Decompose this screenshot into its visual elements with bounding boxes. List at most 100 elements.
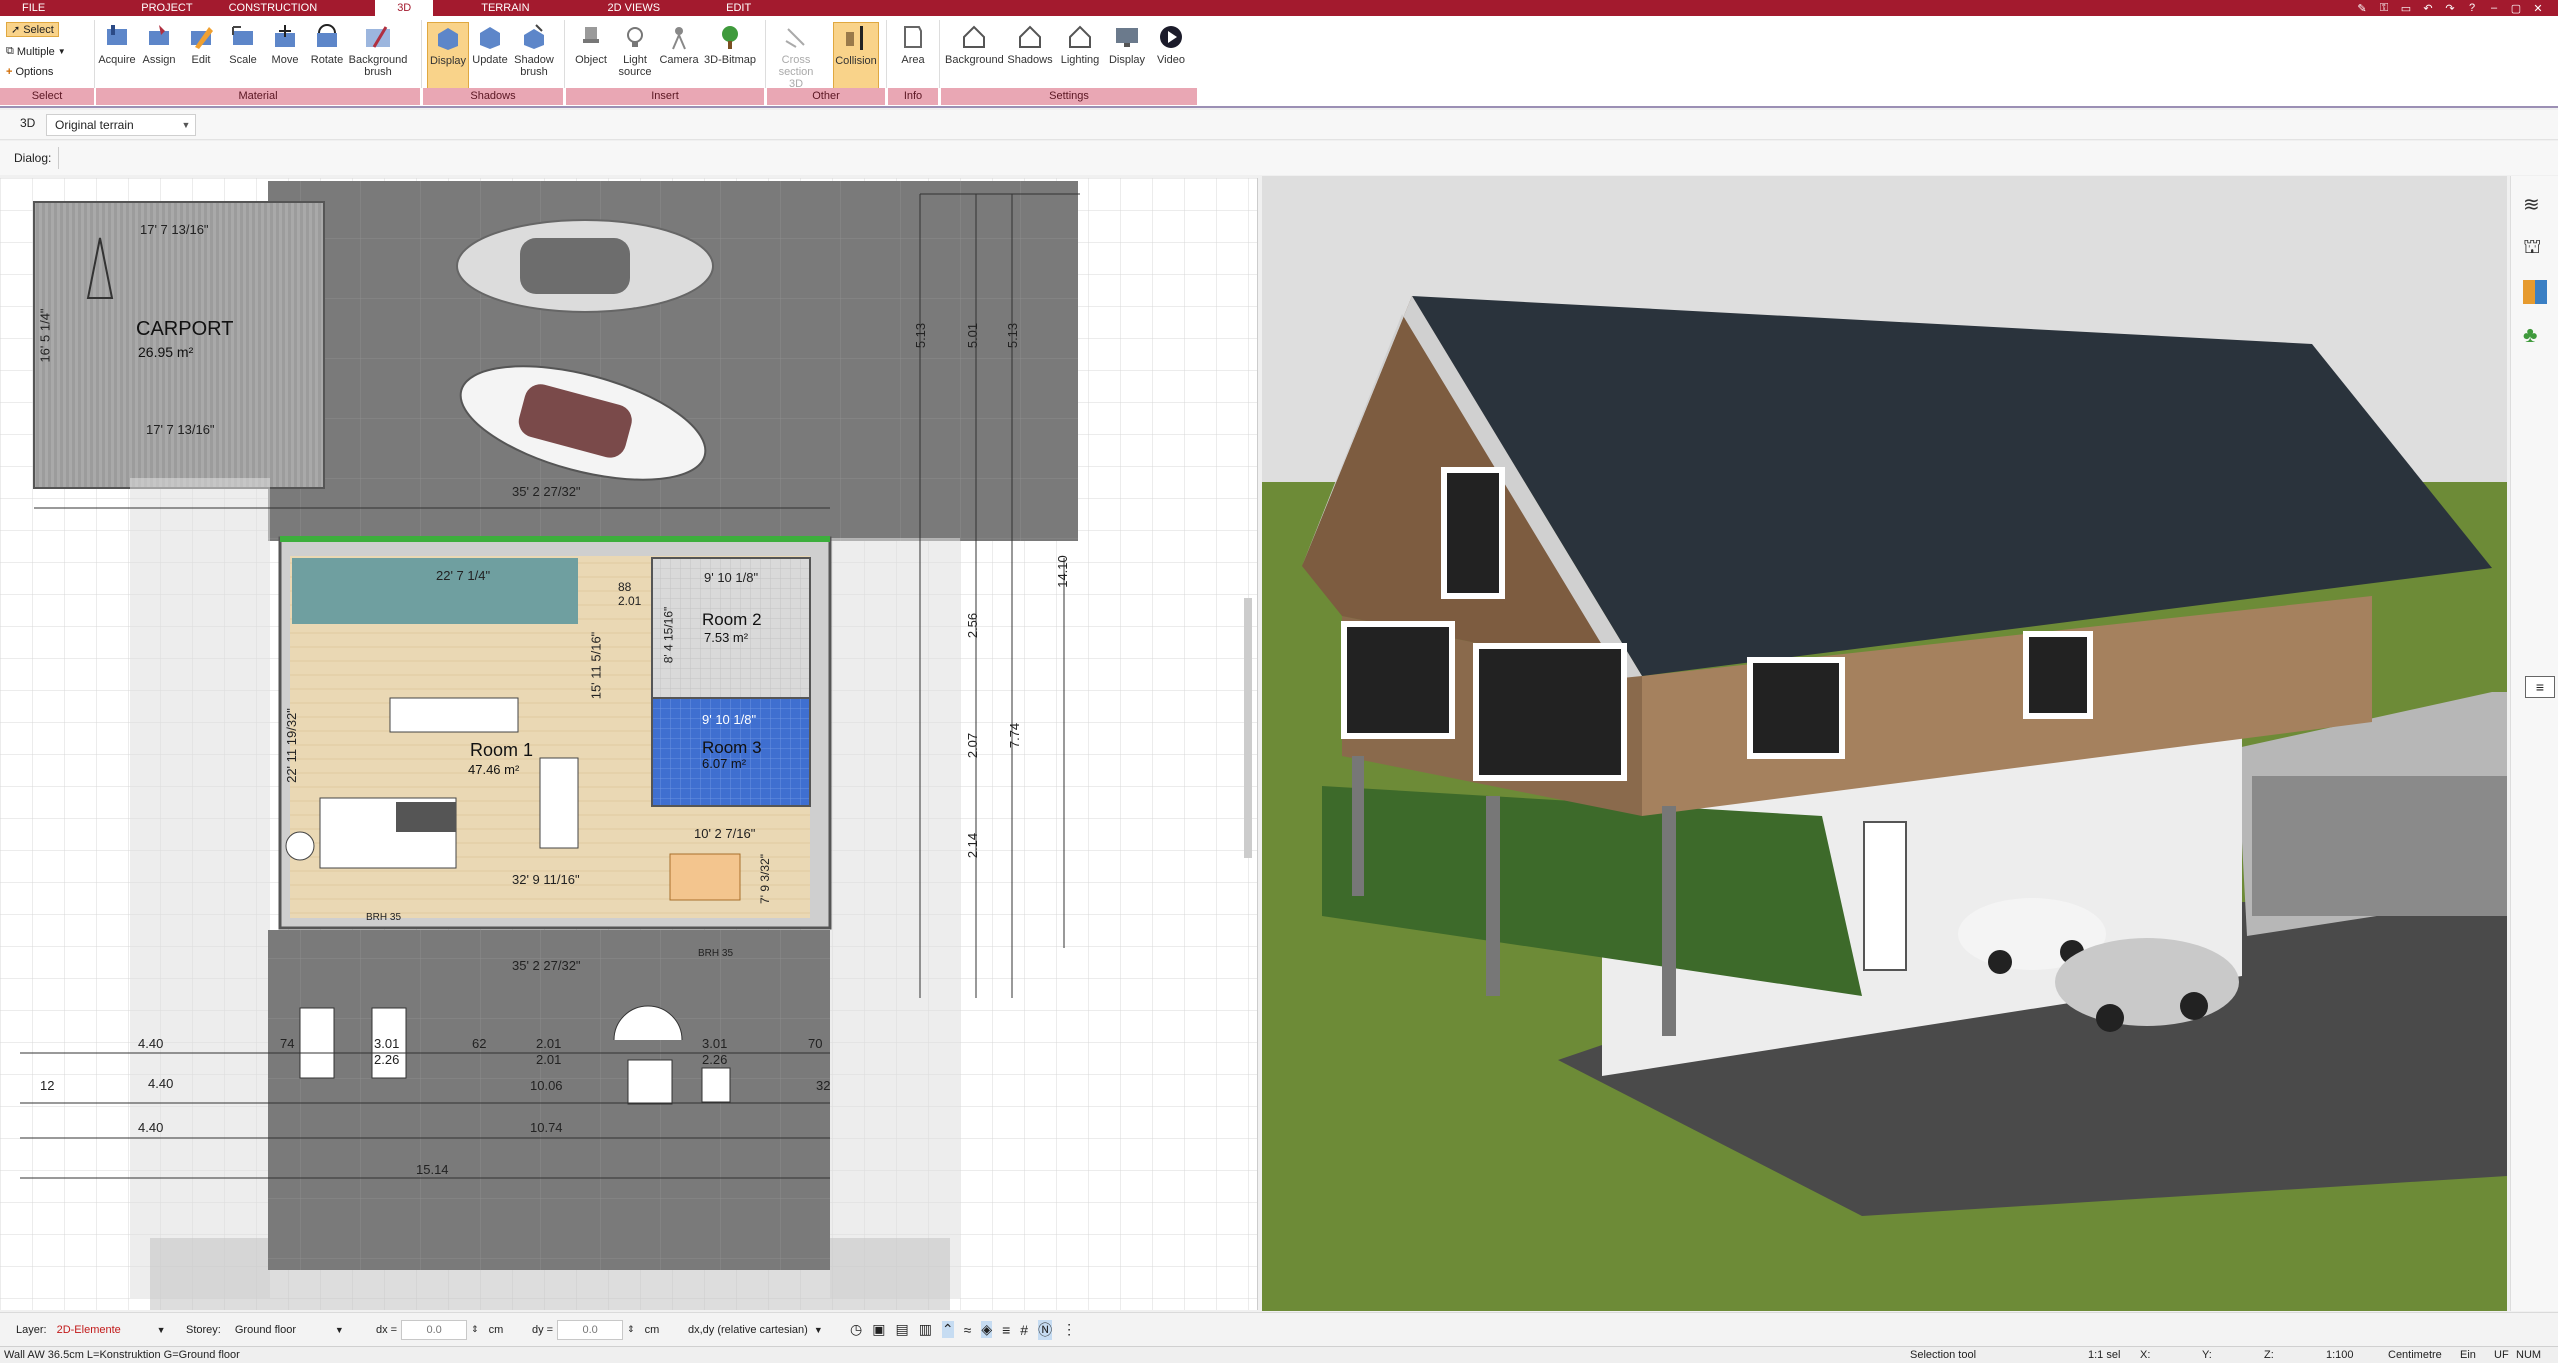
layer-snap-icon[interactable]: ▥: [919, 1321, 932, 1338]
display-settings-button[interactable]: Display: [1105, 22, 1149, 66]
maximize-icon[interactable]: ▢: [2510, 2, 2522, 15]
lock-icon[interactable]: ⚿: [2378, 2, 2390, 15]
dim-right-6: 2.56: [965, 612, 981, 639]
tools-icon[interactable]: ✎: [2356, 2, 2368, 15]
dx-unit: cm: [488, 1323, 504, 1336]
shadows-settings-button[interactable]: Shadows: [1005, 22, 1055, 66]
edit-pencil-icon: [186, 22, 216, 52]
layers-icon[interactable]: ≋: [2523, 192, 2540, 217]
stove[interactable]: [396, 802, 456, 832]
select-button[interactable]: ➚ Select: [6, 22, 59, 37]
options-button[interactable]: + Options: [6, 66, 53, 78]
furniture-catalog-icon[interactable]: ⛫: [2523, 236, 2541, 261]
3d-bitmap-button[interactable]: 3D-Bitmap: [702, 22, 758, 66]
camera-button[interactable]: Camera: [658, 22, 700, 66]
app-window: FILE PROJECT CONSTRUCTION 3D TERRAIN 2D …: [0, 0, 2558, 1363]
materials-icon[interactable]: [2523, 280, 2547, 304]
multiple-label: Multiple: [16, 45, 55, 58]
layer-selector[interactable]: Layer: 2D-Elemente ▼: [16, 1313, 166, 1346]
assign-button[interactable]: Assign: [138, 22, 180, 66]
carport-area: 26.95 m²: [138, 344, 194, 360]
ribbon-divider: [94, 20, 95, 88]
dy-input[interactable]: 0.0: [557, 1319, 624, 1340]
tab-3d[interactable]: 3D: [375, 0, 434, 16]
grid-icon[interactable]: #: [1020, 1322, 1028, 1338]
wall-snap-icon[interactable]: ▤: [895, 1321, 908, 1338]
terrace[interactable]: [268, 930, 830, 1270]
tab-file[interactable]: FILE: [0, 0, 63, 16]
object-button[interactable]: Object: [570, 22, 612, 66]
kitchen-island[interactable]: [389, 697, 519, 733]
collision-button[interactable]: Collision: [833, 22, 879, 94]
move-button[interactable]: Move: [264, 22, 306, 66]
dining-table[interactable]: [669, 853, 741, 901]
tab-construction[interactable]: CONSTRUCTION: [211, 0, 336, 16]
rotate-button[interactable]: Rotate: [306, 22, 348, 66]
background-button[interactable]: Background: [945, 22, 1004, 66]
group-label-settings: Settings: [941, 88, 1197, 105]
clock-icon[interactable]: ◷: [850, 1321, 862, 1338]
plants-icon[interactable]: ♣: [2523, 322, 2537, 348]
video-button[interactable]: Video: [1151, 22, 1191, 66]
3d-render[interactable]: [1262, 176, 2507, 1311]
stepper-icon[interactable]: ⇕: [627, 1324, 635, 1335]
background-brush-button[interactable]: Background brush: [348, 22, 408, 78]
multiple-button[interactable]: ⧉ Multiple ▼: [6, 45, 66, 58]
scale-button[interactable]: Scale: [222, 22, 264, 66]
patio-chair[interactable]: [701, 1067, 731, 1103]
chevron-down-icon: ▼: [57, 47, 66, 56]
patio-table[interactable]: [627, 1059, 673, 1105]
active-tool-label: Selection tool: [1910, 1349, 1977, 1361]
display-shadows-button[interactable]: Display: [427, 22, 469, 94]
lounger-1[interactable]: [299, 1007, 335, 1079]
close-icon[interactable]: ✕: [2532, 2, 2544, 15]
dialog-area[interactable]: [58, 147, 1258, 169]
tab-terrain[interactable]: TERRAIN: [463, 0, 547, 16]
stairs[interactable]: [292, 558, 578, 624]
storey-selector[interactable]: Storey: Ground floor ▼: [186, 1313, 344, 1346]
multi-select-icon: ⧉: [6, 45, 14, 57]
more-icon[interactable]: ⋮: [1062, 1321, 1076, 1338]
room-2-title: Room 2: [702, 610, 762, 629]
lighting-button[interactable]: Lighting: [1057, 22, 1103, 66]
dy-control: dy = 0.0 ⇕ cm: [532, 1313, 659, 1346]
area-button[interactable]: Area: [892, 22, 934, 66]
ortho-icon[interactable]: ≡: [1002, 1322, 1010, 1338]
selected-wall[interactable]: [280, 536, 830, 542]
undo-icon[interactable]: ↶: [2422, 2, 2434, 15]
coord-mode-select[interactable]: dx,dy (relative cartesian) ▼: [688, 1313, 823, 1346]
acquire-button[interactable]: Acquire: [96, 22, 138, 66]
stepper-icon[interactable]: ⇕: [471, 1324, 479, 1335]
light-source-button[interactable]: Light source: [614, 22, 656, 78]
tab-2d-views[interactable]: 2D VIEWS: [590, 0, 679, 16]
dim-right-4: 14.10: [1054, 555, 1070, 588]
shadow-brush-button[interactable]: Shadow brush: [513, 22, 555, 78]
layer-value: 2D-Elemente: [56, 1323, 121, 1336]
help-icon[interactable]: ?: [2466, 2, 2478, 14]
view-icon[interactable]: ▣: [872, 1321, 885, 1338]
chevron-down-icon: ▼: [813, 1324, 823, 1335]
cross-section-3d-button[interactable]: Cross section 3D: [771, 22, 821, 90]
redo-icon[interactable]: ↷: [2444, 2, 2456, 15]
tab-edit[interactable]: EDIT: [708, 0, 769, 16]
plan-scrollbar[interactable]: [1244, 598, 1252, 858]
point-snap-icon[interactable]: ◈: [981, 1321, 993, 1338]
terrain-select[interactable]: Original terrain ▼: [46, 114, 196, 136]
3d-view[interactable]: [1262, 176, 2507, 1311]
north-snap-icon[interactable]: Ⓝ: [1038, 1319, 1053, 1340]
edit-material-button[interactable]: Edit: [180, 22, 222, 66]
car-silver-plan[interactable]: [456, 219, 714, 313]
sofa[interactable]: [539, 757, 579, 849]
selection-count: 1:1 sel: [2088, 1349, 2121, 1361]
group-label-insert: Insert: [566, 88, 764, 105]
folder-icon[interactable]: ▭: [2400, 2, 2412, 15]
front-window-large: [1473, 643, 1627, 781]
floor-plan-view[interactable]: 17' 7 13/16" CARPORT 26.95 m² 17' 7 13/1…: [0, 178, 1258, 1310]
update-shadows-button[interactable]: Update: [469, 22, 511, 66]
angle-snap-icon[interactable]: ⌃: [941, 1321, 954, 1338]
minimize-icon[interactable]: –: [2488, 2, 2500, 14]
line-snap-icon[interactable]: ≈: [964, 1322, 972, 1338]
dx-input[interactable]: 0.0: [401, 1319, 468, 1340]
panel-toggle-icon[interactable]: ≡: [2525, 676, 2555, 698]
tab-project[interactable]: PROJECT: [123, 0, 210, 16]
